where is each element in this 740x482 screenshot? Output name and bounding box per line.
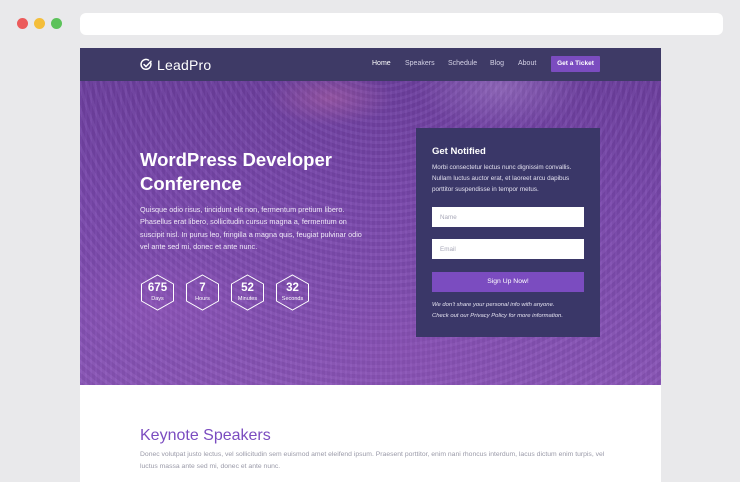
privacy-note-line2[interactable]: Check out our Privacy Policy for more in… [432, 313, 563, 319]
hero-title-line1: WordPress Developer [140, 149, 332, 170]
nav-speakers[interactable]: Speakers [405, 60, 435, 67]
speakers-section-title: Keynote Speakers [140, 427, 271, 444]
nav-schedule[interactable]: Schedule [448, 60, 477, 67]
check-circle-icon [140, 58, 152, 71]
notify-description: Morbi consectetur lectus nunc dignissim … [432, 164, 572, 193]
countdown-hours-value: 7 [199, 282, 206, 294]
countdown-days-label: Days [151, 296, 164, 302]
hero-title-line2: Conference [140, 173, 242, 194]
window-maximize-dot[interactable] [51, 18, 62, 29]
get-ticket-button[interactable]: Get a Ticket [551, 56, 600, 72]
notify-title: Get Notified [432, 146, 486, 157]
countdown-days-value: 675 [147, 282, 168, 294]
name-input[interactable] [432, 207, 584, 227]
countdown-seconds-value: 32 [286, 282, 299, 294]
privacy-note: We don't share your personal info with a… [432, 300, 594, 322]
hero-section: LeadPro Home Speakers Schedule Blog Abou… [80, 48, 661, 385]
hero-description: Quisque odio risus, tincidunt elit non, … [140, 205, 362, 251]
countdown-seconds-label: Seconds [281, 296, 304, 302]
countdown-minutes-value: 52 [241, 282, 254, 294]
countdown-minutes: 52 Minutes [230, 274, 265, 311]
nav-about[interactable]: About [518, 60, 536, 67]
window-minimize-dot[interactable] [34, 18, 45, 29]
speakers-section-description: Donec volutpat justo lectus, vel sollici… [140, 451, 605, 470]
email-input[interactable] [432, 239, 584, 259]
countdown-hours: 7 Hours [185, 274, 220, 311]
privacy-note-line1: We don't share your personal info with a… [432, 302, 555, 308]
window-close-dot[interactable] [17, 18, 28, 29]
nav-blog[interactable]: Blog [490, 60, 504, 67]
nav-home[interactable]: Home [372, 60, 391, 67]
address-bar[interactable] [80, 13, 723, 35]
countdown-seconds: 32 Seconds [275, 274, 310, 311]
site-logo[interactable]: LeadPro [140, 56, 211, 73]
site-navbar: LeadPro Home Speakers Schedule Blog Abou… [80, 48, 661, 81]
hero-title: WordPress Developer Conference [140, 148, 370, 196]
sign-up-button[interactable]: Sign Up Now! [432, 272, 584, 292]
logo-text: LeadPro [157, 56, 212, 73]
web-page: LeadPro Home Speakers Schedule Blog Abou… [80, 48, 661, 482]
countdown-days: 675 Days [140, 274, 175, 311]
countdown-hours-label: Hours [195, 296, 210, 302]
notify-form-panel: Get Notified Morbi consectetur lectus nu… [416, 128, 600, 337]
countdown-minutes-label: Minutes [237, 296, 258, 302]
browser-toolbar [0, 0, 740, 48]
